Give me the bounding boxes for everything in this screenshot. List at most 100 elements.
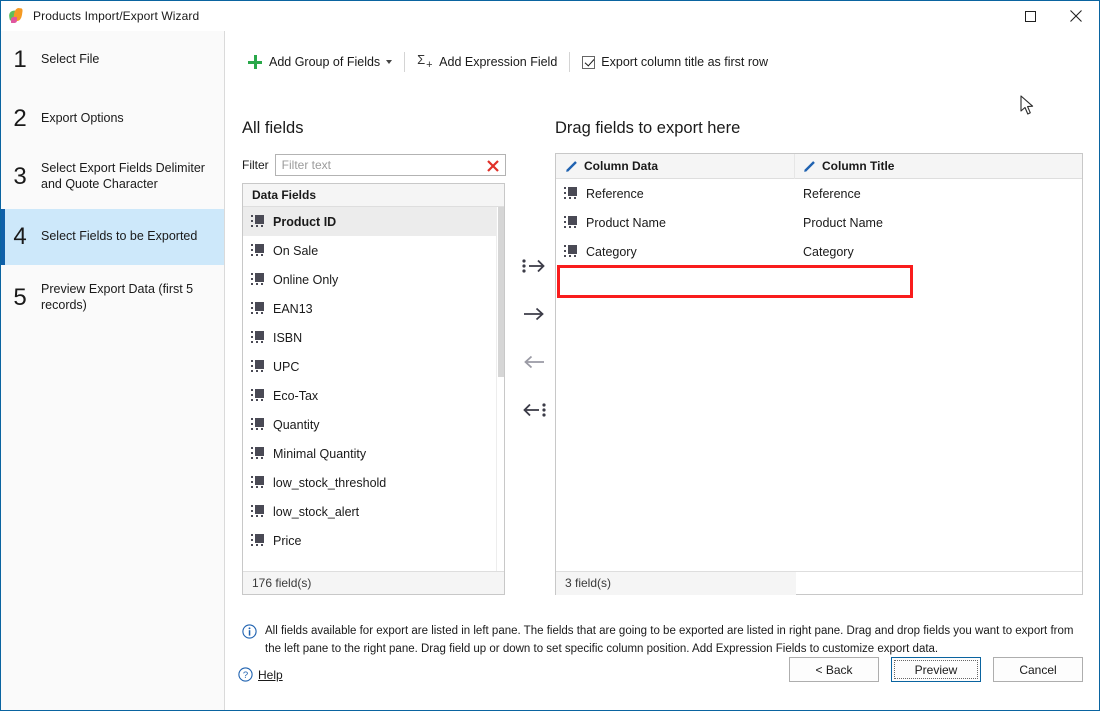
svg-text:?: ? [243, 670, 248, 681]
drag-handle-icon [251, 273, 264, 286]
scrollbar-thumb[interactable] [498, 207, 504, 377]
maximize-icon [1024, 10, 1036, 22]
drag-handle-icon[interactable] [564, 245, 577, 258]
arrow-left-dots-icon [523, 403, 546, 417]
add-group-of-fields-button[interactable]: Add Group of Fields [242, 49, 398, 75]
help-link[interactable]: ? Help [238, 667, 283, 682]
drag-handle-icon [251, 418, 264, 431]
field-name: Minimal Quantity [273, 446, 367, 461]
drag-handle-icon [251, 389, 264, 402]
list-item[interactable]: low_stock_threshold [243, 468, 504, 497]
preview-button[interactable]: Preview [891, 657, 981, 682]
add-all-fields-button[interactable] [517, 249, 551, 283]
pencil-icon [804, 160, 815, 172]
pencil-icon [566, 160, 577, 172]
sidebar-item-export-options[interactable]: 2 Export Options [1, 91, 224, 147]
column-header-column-title[interactable]: Column Title [795, 154, 1082, 179]
list-item[interactable]: Price [243, 526, 504, 555]
remove-all-fields-button[interactable] [517, 393, 551, 427]
list-item[interactable]: Quantity [243, 410, 504, 439]
list-item[interactable]: ISBN [243, 323, 504, 352]
table-row[interactable]: Reference Reference [556, 179, 1082, 208]
step-number: 5 [13, 284, 27, 311]
drag-handle-icon [251, 447, 264, 460]
list-item[interactable]: Online Only [243, 265, 504, 294]
filter-input[interactable] [279, 156, 480, 174]
export-fields-count: 3 field(s) [556, 571, 796, 595]
table-row[interactable]: Category Category [556, 237, 1082, 266]
cancel-button[interactable]: Cancel [993, 657, 1083, 682]
drag-handle-icon [251, 360, 264, 373]
row-column-title: Product Name [803, 215, 883, 230]
footer-bar: ? Help < Back Preview Cancel [226, 649, 1099, 710]
filter-input-wrapper [274, 154, 506, 176]
drag-handle-icon[interactable] [564, 216, 577, 229]
all-fields-list[interactable]: Product ID On Sale Online Only EAN13 ISB… [243, 207, 504, 571]
drag-handle-icon [251, 476, 264, 489]
drag-handle-icon [251, 302, 264, 315]
field-name: Product Name [586, 215, 666, 230]
export-column-title-label: Export column title as first row [601, 55, 769, 69]
all-fields-panel: Data Fields Product ID On Sale Online On… [242, 183, 505, 595]
info-icon [242, 624, 257, 639]
toolbar-divider [569, 52, 571, 72]
export-fields-panel[interactable]: Column Data Column Title Reference Refer… [555, 153, 1083, 595]
row-column-data: Reference [556, 187, 795, 201]
step-number: 1 [13, 46, 27, 73]
maximize-button[interactable] [1007, 1, 1053, 31]
step-label: Export Options [41, 111, 124, 126]
help-label: Help [258, 667, 283, 682]
export-column-title-checkbox[interactable]: Export column title as first row [576, 49, 774, 75]
list-item[interactable]: low_stock_alert [243, 497, 504, 526]
preview-button-label: Preview [894, 660, 978, 679]
add-expression-field-button[interactable]: Σ + Add Expression Field [411, 49, 563, 75]
title-bar: Products Import/Export Wizard [1, 1, 1099, 31]
drag-handle-icon [251, 505, 264, 518]
dots-arrow-right-icon [522, 259, 545, 273]
remove-field-button[interactable] [517, 345, 551, 379]
drag-handle-icon[interactable] [564, 187, 577, 200]
field-name: Eco-Tax [273, 388, 319, 403]
row-column-data: Category [556, 245, 795, 259]
sidebar-item-select-fields[interactable]: 4 Select Fields to be Exported [1, 209, 224, 265]
field-name: Category [586, 244, 637, 259]
question-circle-icon: ? [238, 667, 253, 682]
step-label: Select Fields to be Exported [41, 229, 198, 244]
close-icon [1070, 10, 1082, 22]
list-item[interactable]: Product ID [243, 207, 504, 236]
add-field-button[interactable] [517, 297, 551, 331]
drag-handle-icon [251, 244, 264, 257]
column-header-column-data[interactable]: Column Data [556, 153, 795, 179]
export-columns-header: Column Data Column Title [556, 153, 1082, 179]
fields-toolbar: Add Group of Fields Σ + Add Expression Fi… [242, 49, 774, 75]
all-fields-count: 176 field(s) [243, 571, 504, 594]
sigma-plus-icon: Σ + [417, 52, 433, 72]
field-name: ISBN [273, 330, 303, 345]
column-header-label: Column Data [584, 159, 659, 173]
sidebar-item-preview-export[interactable]: 5 Preview Export Data (first 5 records) [1, 269, 224, 327]
all-fields-scrollbar[interactable] [496, 207, 504, 571]
clear-x-icon [486, 160, 499, 172]
field-name: low_stock_alert [273, 504, 360, 519]
list-item[interactable]: UPC [243, 352, 504, 381]
export-rows[interactable]: Reference Reference Product Name Product… [556, 179, 1082, 571]
plus-icon [248, 55, 262, 69]
clear-filter-button[interactable] [485, 157, 501, 174]
all-fields-heading: All fields [242, 119, 304, 137]
add-expression-label: Add Expression Field [439, 55, 558, 69]
field-name: Online Only [273, 272, 339, 287]
list-item[interactable]: Eco-Tax [243, 381, 504, 410]
list-item[interactable]: Minimal Quantity [243, 439, 504, 468]
sidebar-item-delimiter-quote[interactable]: 3 Select Export Fields Delimiter and Quo… [1, 149, 224, 205]
export-fields-heading: Drag fields to export here [555, 119, 741, 137]
sidebar-item-select-file[interactable]: 1 Select File [1, 31, 224, 89]
list-item[interactable]: On Sale [243, 236, 504, 265]
back-button[interactable]: < Back [789, 657, 879, 682]
field-name: On Sale [273, 243, 319, 258]
wizard-window: Products Import/Export Wizard 1 Select F… [0, 0, 1100, 711]
list-item[interactable]: EAN13 [243, 294, 504, 323]
close-button[interactable] [1053, 1, 1099, 31]
table-row[interactable]: Product Name Product Name [556, 208, 1082, 237]
chevron-down-icon [386, 60, 393, 64]
all-fields-list-header: Data Fields [243, 184, 504, 207]
